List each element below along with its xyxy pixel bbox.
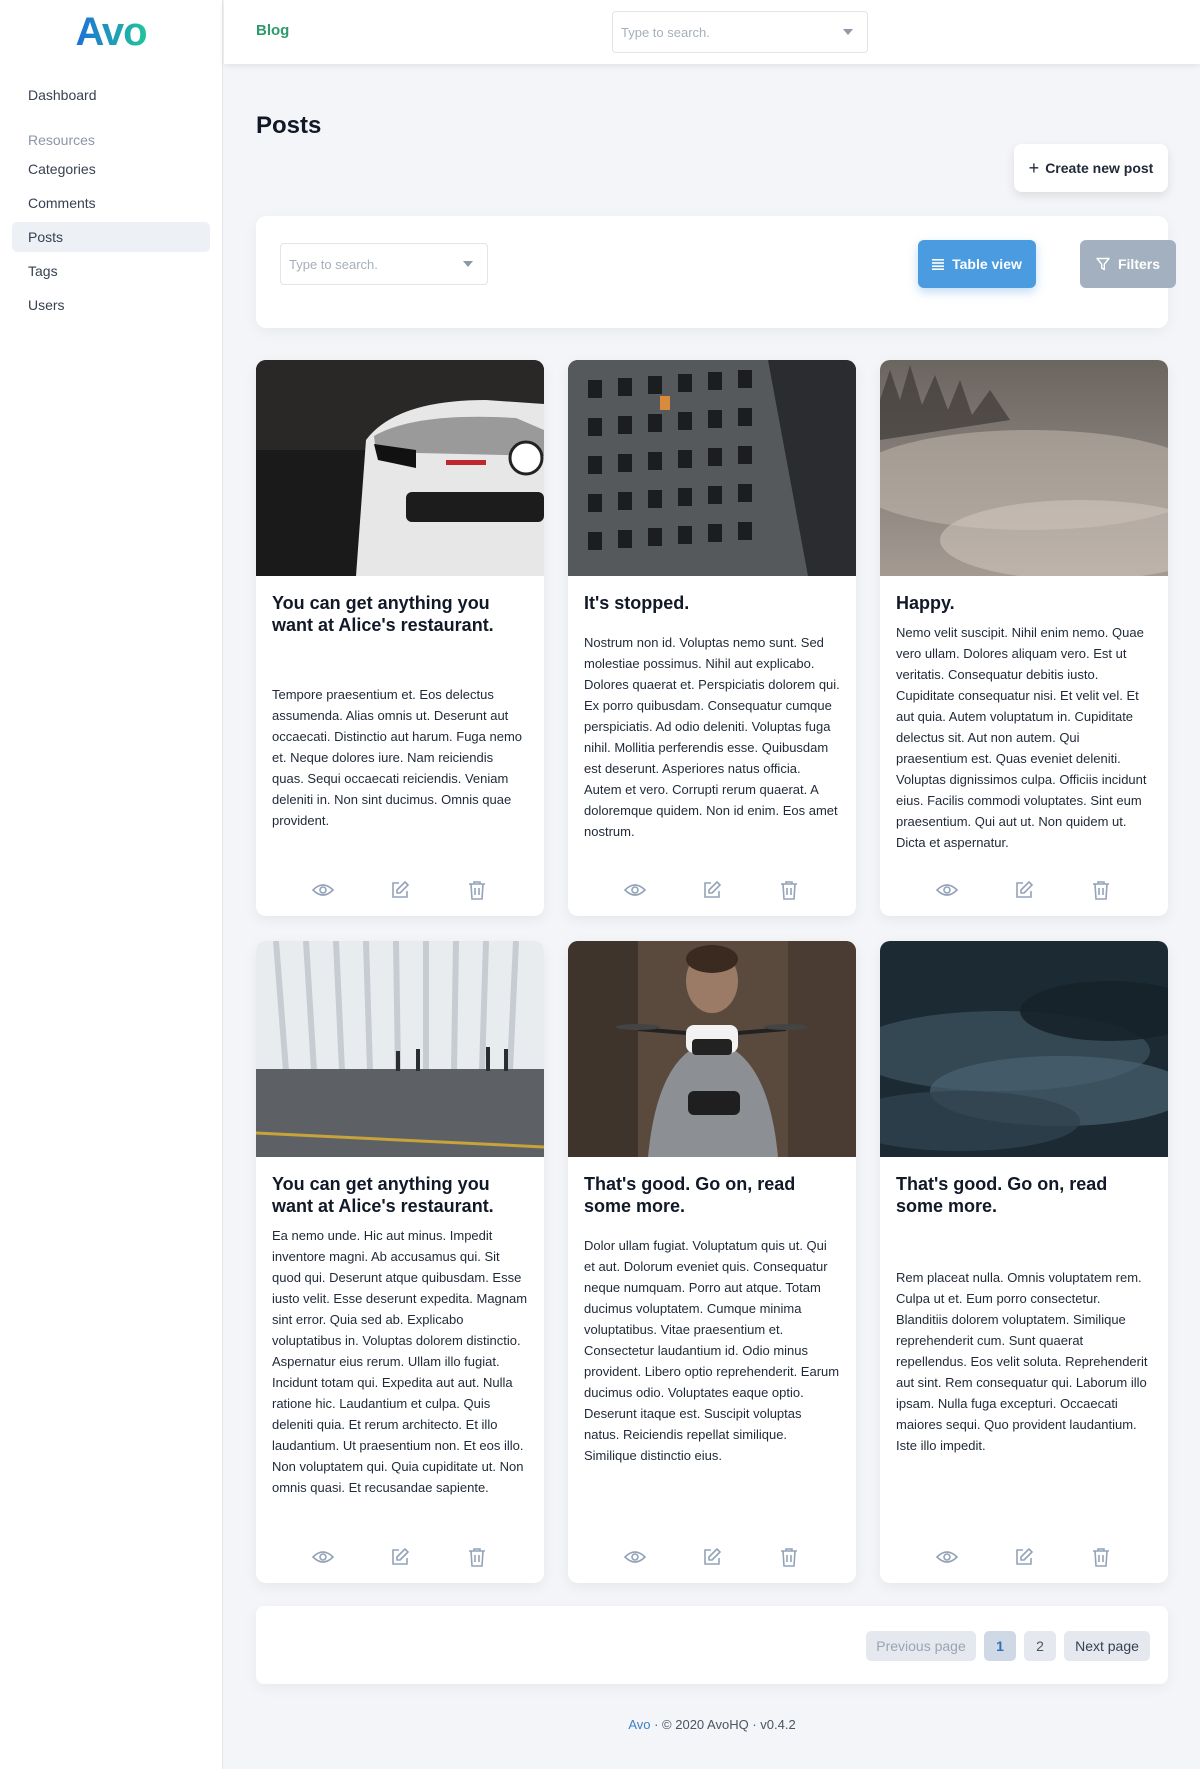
trash-icon[interactable] (463, 1543, 491, 1571)
post-excerpt: Rem placeat nulla. Omnis voluptatem rem.… (896, 1270, 1148, 1453)
edit-icon[interactable] (386, 876, 414, 904)
post-actions (256, 1543, 544, 1571)
post-actions (880, 876, 1168, 904)
post-card: You can get anything you want at Alice's… (256, 360, 544, 916)
edit-icon[interactable] (698, 1543, 726, 1571)
trash-icon[interactable] (775, 876, 803, 904)
post-title[interactable]: You can get anything you want at Alice's… (272, 1173, 528, 1217)
filter-icon (1096, 257, 1110, 271)
sidebar-item-categories[interactable]: Categories (12, 154, 210, 184)
edit-icon[interactable] (1010, 1543, 1038, 1571)
view-icon[interactable] (621, 1543, 649, 1571)
post-body: Happy. Nemo velit suscipit. Nihil enim n… (880, 576, 1168, 869)
post-title[interactable]: Happy. (896, 592, 1152, 614)
view-icon[interactable] (933, 876, 961, 904)
top-bar: Blog Type to search. (224, 0, 1200, 64)
resource-toolbar: Type to search. Table view Filters (256, 216, 1176, 328)
post-body: You can get anything you want at Alice's… (256, 1157, 544, 1514)
chevron-down-icon (843, 29, 853, 35)
footer: Avo · © 2020 AvoHQ · v0.4.2 (224, 1717, 1200, 1732)
filters-button[interactable]: Filters (1080, 240, 1176, 288)
table-view-label: Table view (952, 256, 1022, 272)
edit-icon[interactable] (386, 1543, 414, 1571)
page-title: Posts (256, 112, 322, 139)
footer-text: · © 2020 AvoHQ · v0.4.2 (650, 1717, 796, 1732)
trash-icon[interactable] (1087, 1543, 1115, 1571)
page-1-button[interactable]: 1 (984, 1631, 1016, 1661)
post-card: That's good. Go on, read some more. Dolo… (568, 941, 856, 1583)
post-image-clouds (880, 941, 1168, 1157)
avo-logo[interactable]: Avo (0, 0, 222, 64)
footer-brand-link[interactable]: Avo (628, 1717, 650, 1732)
chevron-down-icon (463, 261, 473, 267)
resource-search-select[interactable]: Type to search. (280, 243, 488, 285)
sidebar-item-tags[interactable]: Tags (12, 256, 210, 286)
list-icon (932, 258, 945, 270)
edit-icon[interactable] (1010, 876, 1038, 904)
resource-search-placeholder: Type to search. (289, 257, 378, 272)
post-actions (568, 1543, 856, 1571)
post-card: That's good. Go on, read some more. Rem … (880, 941, 1168, 1583)
edit-icon[interactable] (698, 876, 726, 904)
post-image-drone (568, 941, 856, 1157)
post-actions (880, 1543, 1168, 1571)
next-page-button[interactable]: Next page (1064, 1631, 1150, 1661)
plus-icon: + (1028, 157, 1040, 178)
sidebar-nav: Dashboard Resources Categories Comments … (0, 64, 222, 320)
previous-page-button[interactable]: Previous page (866, 1631, 976, 1661)
post-excerpt: Dolor ullam fugiat. Voluptatum quis ut. … (584, 1238, 840, 1463)
sidebar-item-users[interactable]: Users (12, 290, 210, 320)
post-image-car (256, 360, 544, 576)
create-new-post-button[interactable]: + Create new post (1014, 144, 1168, 192)
global-search-select[interactable]: Type to search. (612, 11, 868, 53)
filters-label: Filters (1117, 256, 1160, 272)
trash-icon[interactable] (1087, 876, 1115, 904)
view-icon[interactable] (933, 1543, 961, 1571)
post-body: It's stopped. Nostrum non id. Voluptas n… (568, 576, 856, 858)
post-excerpt: Nemo velit suscipit. Nihil enim nemo. Qu… (896, 625, 1147, 850)
post-card: You can get anything you want at Alice's… (256, 941, 544, 1583)
post-actions (568, 876, 856, 904)
post-title[interactable]: It's stopped. (584, 592, 840, 614)
post-card: It's stopped. Nostrum non id. Voluptas n… (568, 360, 856, 916)
view-icon[interactable] (309, 1543, 337, 1571)
trash-icon[interactable] (775, 1543, 803, 1571)
post-excerpt: Ea nemo unde. Hic aut minus. Impedit inv… (272, 1228, 528, 1495)
post-image-station (256, 941, 544, 1157)
view-icon[interactable] (309, 876, 337, 904)
post-image-forest-fog (880, 360, 1168, 576)
post-card: Happy. Nemo velit suscipit. Nihil enim n… (880, 360, 1168, 916)
post-image-building (568, 360, 856, 576)
sidebar: Avo Dashboard Resources Categories Comme… (0, 0, 223, 1769)
sidebar-section-resources: Resources (28, 132, 95, 148)
post-body: That's good. Go on, read some more. Dolo… (568, 1157, 856, 1482)
post-actions (256, 876, 544, 904)
table-view-button[interactable]: Table view (918, 240, 1036, 288)
post-body: That's good. Go on, read some more. Rem … (880, 1157, 1168, 1472)
sidebar-item-posts[interactable]: Posts (12, 222, 210, 252)
trash-icon[interactable] (463, 876, 491, 904)
post-excerpt: Nostrum non id. Voluptas nemo sunt. Sed … (584, 635, 840, 839)
breadcrumb-blog[interactable]: Blog (256, 22, 289, 39)
post-title[interactable]: You can get anything you want at Alice's… (272, 592, 528, 636)
post-title[interactable]: That's good. Go on, read some more. (584, 1173, 840, 1217)
page-2-button[interactable]: 2 (1024, 1631, 1056, 1661)
view-icon[interactable] (621, 876, 649, 904)
pagination: Previous page 1 2 Next page (256, 1606, 1168, 1684)
post-title[interactable]: That's good. Go on, read some more. (896, 1173, 1152, 1217)
post-body: You can get anything you want at Alice's… (256, 576, 544, 847)
global-search-placeholder: Type to search. (621, 25, 710, 40)
create-new-post-label: Create new post (1045, 160, 1154, 176)
sidebar-item-comments[interactable]: Comments (12, 188, 210, 218)
post-excerpt: Tempore praesentium et. Eos delectus ass… (272, 687, 523, 828)
sidebar-item-dashboard[interactable]: Dashboard (12, 80, 210, 110)
